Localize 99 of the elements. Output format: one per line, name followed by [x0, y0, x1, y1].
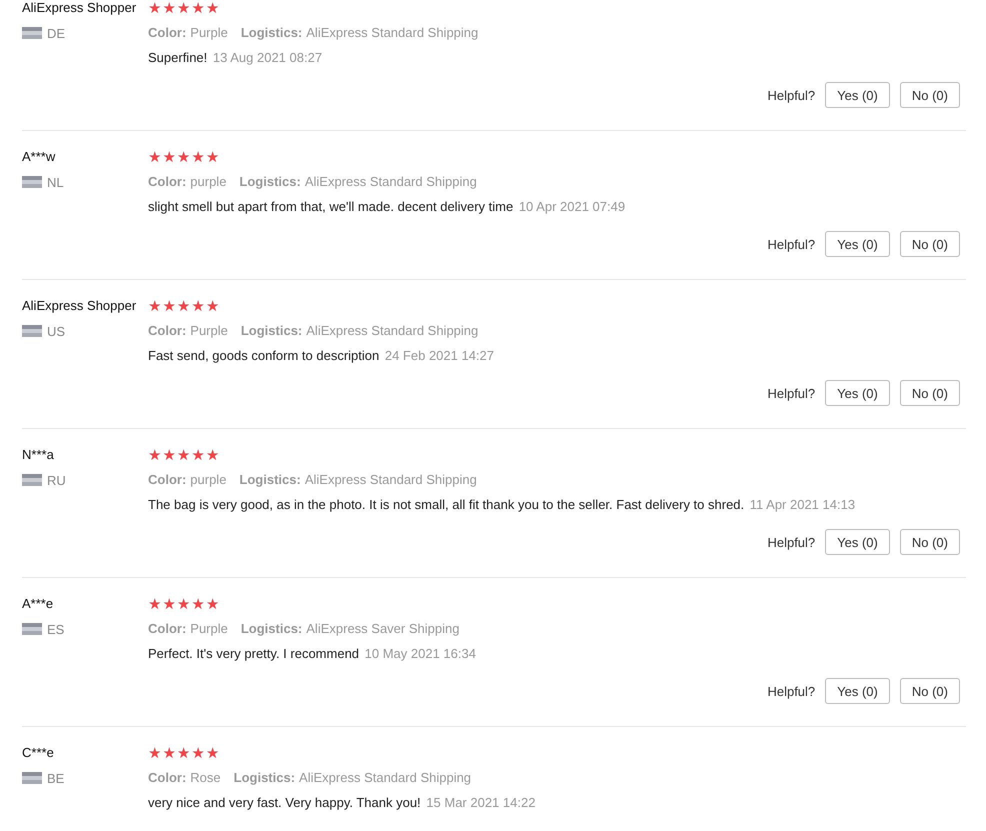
user-name: AliExpress Shopper	[22, 298, 138, 314]
color-label: Color:	[148, 323, 186, 338]
review-text: Superfine!	[148, 50, 208, 65]
logistics-label: Logistics:	[239, 174, 301, 189]
country-code: NL	[47, 174, 64, 190]
logistics-value: AliExpress Standard Shipping	[306, 25, 478, 40]
review-text: slight smell but apart from that, we'll made. decent delivery time	[148, 199, 514, 214]
review-date: 15 Mar 2021 14:22	[426, 795, 536, 810]
star-icon: ★	[162, 298, 176, 314]
review-date: 10 May 2021 16:34	[364, 646, 476, 661]
star-icon: ★	[176, 0, 190, 16]
logistics-value: AliExpress Standard Shipping	[306, 323, 478, 338]
user-name: AliExpress Shopper	[22, 0, 138, 16]
star-icon: ★	[176, 447, 190, 463]
star-icon: ★	[148, 596, 162, 612]
flag-icon	[22, 772, 42, 784]
star-icon: ★	[191, 298, 205, 314]
color-label: Color:	[148, 25, 186, 40]
no-button[interactable]: No (0)	[900, 678, 960, 704]
review-text: very nice and very fast. Very happy. Thank you!	[148, 795, 421, 810]
flag-icon	[22, 27, 42, 39]
logistics-value: AliExpress Standard Shipping	[304, 174, 477, 189]
review-text: The bag is very good, as in the photo. It is not small, all fit thank you to the seller. Fast delivery to shred.	[148, 497, 744, 512]
star-icon: ★	[206, 745, 220, 761]
yes-button[interactable]: Yes (0)	[825, 82, 890, 108]
user-name: C***e	[22, 745, 55, 761]
user-name: N***a	[22, 447, 55, 463]
helpful-label: Helpful?	[767, 534, 816, 550]
flag-icon	[22, 474, 42, 486]
logistics-label: Logistics:	[240, 25, 302, 40]
star-icon: ★	[162, 447, 176, 463]
review-date: 13 Aug 2021 08:27	[212, 50, 322, 65]
logistics-value: AliExpress Saver Shipping	[306, 621, 460, 636]
review-date: 11 Apr 2021 14:13	[750, 497, 856, 512]
no-button[interactable]: No (0)	[900, 380, 960, 406]
star-icon: ★	[191, 0, 205, 16]
yes-button[interactable]: Yes (0)	[825, 678, 890, 704]
star-icon: ★	[176, 149, 190, 165]
star-icon: ★	[176, 745, 190, 761]
user-name: A***e	[22, 596, 54, 612]
star-icon: ★	[162, 596, 176, 612]
color-value: Rose	[190, 770, 221, 785]
helpful-label: Helpful?	[767, 236, 816, 252]
country-code: ES	[47, 622, 64, 636]
review-date: 24 Feb 2021 14:27	[384, 348, 494, 363]
color-value: purple	[190, 472, 226, 487]
logistics-label: Logistics:	[234, 770, 296, 785]
star-icon: ★	[162, 0, 176, 16]
flag-icon	[22, 176, 42, 188]
country-code: BE	[47, 770, 64, 786]
star-icon: ★	[191, 447, 205, 463]
helpful-label: Helpful?	[767, 684, 816, 698]
star-icon: ★	[148, 745, 162, 761]
star-icon: ★	[148, 149, 162, 165]
review-text: Fast send, goods conform to description	[148, 348, 380, 363]
flag-icon	[22, 623, 42, 635]
star-icon: ★	[162, 149, 176, 165]
star-icon: ★	[206, 298, 220, 314]
color-label: Color:	[148, 472, 186, 487]
star-icon: ★	[162, 745, 176, 761]
star-icon: ★	[206, 149, 220, 165]
star-icon: ★	[206, 0, 220, 16]
flag-icon	[22, 325, 42, 337]
review-date: 10 Apr 2021 07:49	[518, 199, 626, 214]
star-icon: ★	[206, 447, 220, 463]
country-code: RU	[47, 472, 66, 488]
logistics-value: AliExpress Standard Shipping	[299, 770, 472, 785]
color-label: Color:	[148, 621, 186, 636]
no-button[interactable]: No (0)	[900, 529, 960, 555]
logistics-label: Logistics:	[239, 472, 301, 487]
logistics-label: Logistics:	[240, 323, 302, 338]
color-label: Color:	[148, 174, 186, 189]
review-text: Perfect. It's very pretty. I recommend	[148, 646, 360, 661]
star-icon: ★	[191, 745, 205, 761]
star-icon: ★	[191, 149, 205, 165]
yes-button[interactable]: Yes (0)	[825, 380, 890, 406]
color-label: Color:	[148, 770, 186, 785]
user-name: A***w	[22, 149, 56, 165]
star-icon: ★	[148, 298, 162, 314]
star-icon: ★	[148, 0, 162, 16]
country-code: DE	[47, 26, 66, 40]
star-icon: ★	[176, 596, 190, 612]
star-icon: ★	[191, 596, 205, 612]
logistics-value: AliExpress Standard Shipping	[304, 472, 477, 487]
country-code: US	[47, 324, 66, 338]
color-value: Purple	[190, 621, 228, 636]
helpful-label: Helpful?	[767, 88, 816, 102]
yes-button[interactable]: Yes (0)	[825, 231, 890, 257]
color-value: Purple	[190, 25, 228, 40]
yes-button[interactable]: Yes (0)	[825, 529, 890, 555]
no-button[interactable]: No (0)	[900, 82, 960, 108]
color-value: Purple	[190, 323, 228, 338]
star-icon: ★	[206, 596, 220, 612]
color-value: purple	[190, 174, 226, 189]
star-icon: ★	[176, 298, 190, 314]
no-button[interactable]: No (0)	[900, 231, 960, 257]
star-icon: ★	[148, 447, 162, 463]
helpful-label: Helpful?	[767, 386, 816, 400]
logistics-label: Logistics:	[240, 621, 302, 636]
